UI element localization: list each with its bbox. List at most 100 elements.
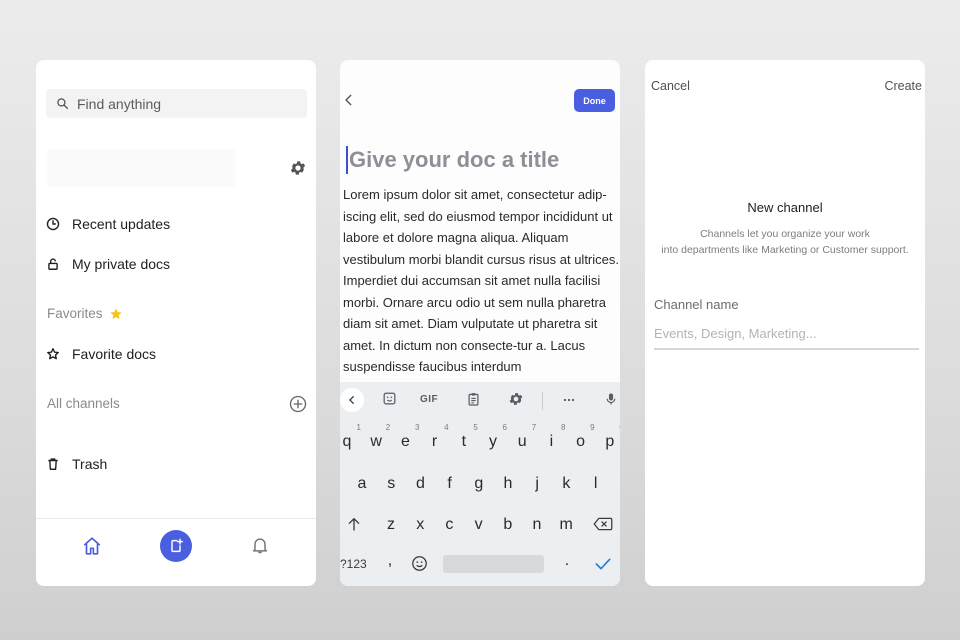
key-h[interactable]: h xyxy=(496,475,520,493)
key-p[interactable]: p0 xyxy=(598,423,620,451)
nav-recent-updates[interactable]: Recent updates xyxy=(46,216,170,232)
symbols-key[interactable]: ?123 xyxy=(340,557,367,571)
key-hint: 8 xyxy=(560,423,566,432)
editor-screen: Done Give your doc a title Lorem ipsum d… xyxy=(340,60,620,586)
description-line-2: into departments like Marketing or Custo… xyxy=(661,244,909,256)
space-bar[interactable] xyxy=(443,555,544,573)
key-label: l xyxy=(593,475,598,492)
plus-circle-icon[interactable] xyxy=(289,395,307,413)
key-y[interactable]: y6 xyxy=(481,423,507,451)
back-arrow-icon[interactable] xyxy=(342,92,356,108)
key-k[interactable]: k xyxy=(554,475,578,493)
channels-section-label: All channels xyxy=(47,396,120,411)
key-c[interactable]: c xyxy=(437,516,461,534)
key-label: v xyxy=(474,516,483,533)
bottom-nav xyxy=(36,518,316,586)
doc-body-text[interactable]: Lorem ipsum dolor sit amet, consectetur … xyxy=(343,184,619,378)
key-u[interactable]: u7 xyxy=(510,423,536,451)
key-m[interactable]: m xyxy=(554,516,578,534)
key-o[interactable]: o9 xyxy=(569,423,594,451)
key-label: r xyxy=(431,433,438,450)
workspace-switcher[interactable] xyxy=(46,149,236,187)
home-icon[interactable] xyxy=(81,535,103,557)
key-label: e xyxy=(400,433,410,450)
key-z[interactable]: z xyxy=(379,516,403,534)
gear-icon[interactable] xyxy=(289,159,307,177)
key-label: g xyxy=(474,475,484,492)
channels-label: All channels xyxy=(47,396,120,411)
emoji-icon[interactable] xyxy=(411,555,428,572)
channel-name-input[interactable] xyxy=(654,318,919,350)
create-button[interactable]: Create xyxy=(884,79,922,93)
period-key[interactable]: . xyxy=(555,552,579,570)
key-f[interactable]: f xyxy=(438,475,462,493)
key-s[interactable]: s xyxy=(379,475,403,493)
key-e[interactable]: e3 xyxy=(393,423,419,451)
description-line-1: Channels let you organize your work xyxy=(700,228,870,240)
key-a[interactable]: a xyxy=(350,475,374,493)
new-doc-button[interactable] xyxy=(160,530,192,562)
channel-name-label: Channel name xyxy=(654,297,739,312)
key-hint: 4 xyxy=(444,423,449,432)
key-label: u xyxy=(517,433,527,450)
nav-label: Recent updates xyxy=(72,216,171,232)
key-label: n xyxy=(532,516,542,533)
settings-icon[interactable] xyxy=(508,391,524,407)
nav-trash[interactable]: Trash xyxy=(46,456,107,472)
key-label: q xyxy=(342,433,352,450)
gif-button[interactable]: GIF xyxy=(420,394,438,405)
key-hint: 0 xyxy=(619,423,620,432)
key-d[interactable]: d xyxy=(408,475,432,493)
lock-icon xyxy=(48,258,58,270)
key-g[interactable]: g xyxy=(467,475,491,493)
key-n[interactable]: n xyxy=(525,516,549,534)
key-t[interactable]: t5 xyxy=(452,423,478,451)
key-j[interactable]: j xyxy=(525,475,549,493)
key-hint: 5 xyxy=(473,423,478,432)
backspace-icon[interactable] xyxy=(593,517,613,531)
checkmark-icon[interactable] xyxy=(595,557,611,571)
key-l[interactable]: l xyxy=(584,475,608,493)
key-label: k xyxy=(562,475,571,492)
key-b[interactable]: b xyxy=(496,516,520,534)
bell-icon[interactable] xyxy=(250,535,270,555)
key-hint: 2 xyxy=(385,423,391,432)
key-label: o xyxy=(576,433,586,450)
trash-icon xyxy=(48,458,58,470)
key-label: c xyxy=(445,516,454,533)
key-v[interactable]: v xyxy=(467,516,491,534)
key-r[interactable]: r4 xyxy=(423,423,449,451)
key-label: f xyxy=(447,475,452,492)
cancel-button[interactable]: Cancel xyxy=(651,79,690,93)
key-label: d xyxy=(415,475,425,492)
key-hint: 6 xyxy=(502,423,507,432)
editor-toolbar: Done xyxy=(340,80,620,120)
doc-title-input[interactable]: Give your doc a title xyxy=(346,146,559,174)
star-badge-icon xyxy=(109,307,122,319)
key-label: a xyxy=(357,475,367,492)
key-w[interactable]: w2 xyxy=(364,423,390,451)
key-q[interactable]: q1 xyxy=(340,423,361,451)
key-i[interactable]: i8 xyxy=(539,423,566,451)
sticker-icon[interactable] xyxy=(382,391,397,406)
search-icon xyxy=(57,98,69,110)
key-label: s xyxy=(387,475,396,492)
more-icon[interactable] xyxy=(561,393,577,407)
done-button[interactable]: Done xyxy=(574,89,615,112)
keyboard-toolbar: GIF xyxy=(340,382,620,420)
nav-favorite-docs[interactable]: Favorite docs xyxy=(46,346,156,362)
key-hint: 9 xyxy=(590,423,595,432)
nav-private-docs[interactable]: My private docs xyxy=(46,256,170,272)
search-bar[interactable]: Find anything xyxy=(46,89,307,118)
clipboard-icon[interactable] xyxy=(466,391,481,407)
search-placeholder: Find anything xyxy=(77,95,162,112)
comma-key[interactable]: , xyxy=(378,552,402,570)
key-x[interactable]: x xyxy=(408,516,432,534)
star-outline-icon xyxy=(47,348,59,360)
new-channel-title: New channel xyxy=(747,200,823,215)
keyboard-collapse-button[interactable] xyxy=(340,388,364,412)
key-label: y xyxy=(489,433,497,450)
shift-icon[interactable] xyxy=(346,516,362,532)
key-label: m xyxy=(559,516,573,533)
mic-icon[interactable] xyxy=(604,391,618,407)
